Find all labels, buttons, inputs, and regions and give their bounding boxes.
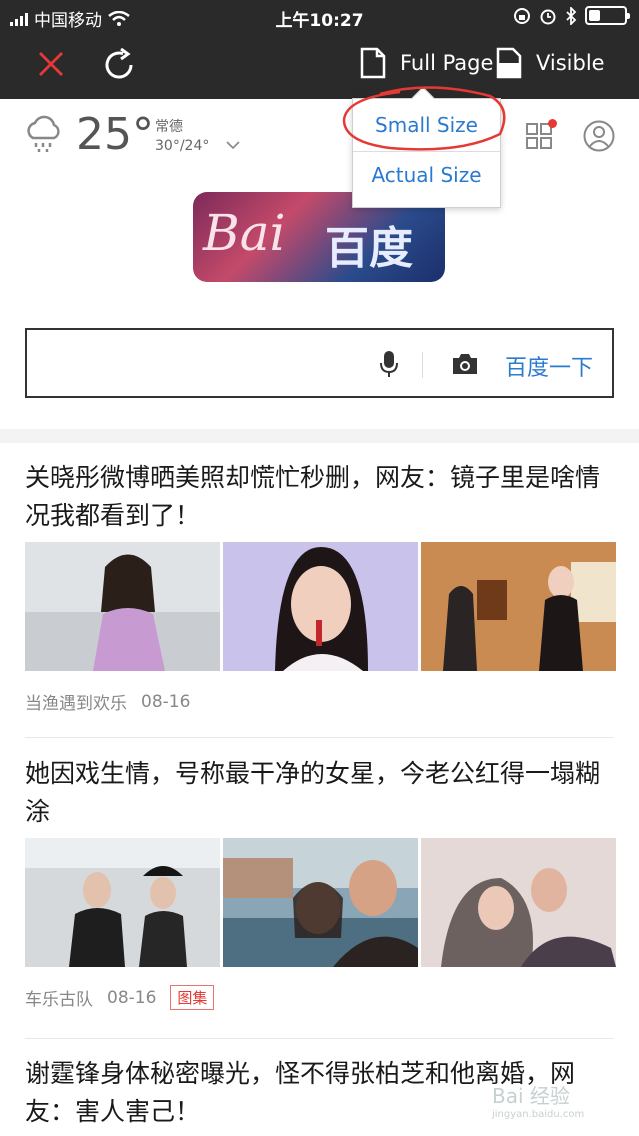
microphone-icon[interactable]: [379, 350, 399, 378]
watermark-line2: jingyan.baidu.com: [492, 1109, 585, 1120]
news-thumbnails[interactable]: [25, 542, 616, 671]
news-thumbnail[interactable]: [25, 838, 220, 967]
search-button[interactable]: 百度一下: [505, 350, 593, 382]
news-thumbnail[interactable]: [223, 542, 418, 671]
news-meta: 当渔遇到欢乐 08-16: [25, 689, 191, 715]
temperature: 25°: [76, 109, 154, 160]
top-bar: 中国移动 上午10:27 Full Page Visible: [0, 0, 639, 99]
search-box[interactable]: 百度一下: [25, 328, 614, 398]
gallery-badge: 图集: [170, 985, 215, 1010]
refresh-icon[interactable]: [101, 47, 137, 83]
news-title[interactable]: 关晓彤微博晒美照却慌忙秒删，网友：镜子里是啥情况我都看到了！: [25, 459, 614, 535]
actual-size-option[interactable]: Actual Size: [353, 163, 500, 187]
news-meta: 车乐古队 08-16 图集: [25, 985, 215, 1010]
size-dropdown: Small Size Actual Size: [352, 86, 501, 208]
rain-cloud-icon: [27, 115, 60, 152]
logo-text-cn: 百度: [325, 223, 413, 274]
watermark-line1: Bai 经验: [492, 1084, 570, 1108]
apps-grid-icon[interactable]: [526, 123, 552, 149]
visible-label: Visible: [536, 51, 605, 75]
news-thumbnails[interactable]: [25, 838, 616, 967]
user-icon[interactable]: [583, 120, 615, 152]
news-title[interactable]: 她因戏生情，号称最干净的女星，今老公红得一塌糊涂: [25, 755, 614, 831]
section-separator: [0, 429, 639, 443]
close-icon[interactable]: [34, 47, 68, 81]
logo-text-latin: Bai: [203, 204, 286, 262]
news-date: 08-16: [141, 691, 191, 712]
news-item[interactable]: 她因戏生情，号称最干净的女星，今老公红得一塌糊涂 车乐古队 08-16 图集: [25, 755, 616, 1010]
news-date: 08-16: [107, 987, 157, 1008]
bluetooth-icon: [566, 6, 577, 25]
city-name: 常德: [155, 119, 183, 135]
temperature-range: 30°/24°: [155, 138, 210, 154]
small-size-option[interactable]: Small Size: [353, 113, 500, 137]
news-thumbnail[interactable]: [223, 838, 418, 967]
chevron-down-icon[interactable]: [226, 140, 240, 150]
news-source: 当渔遇到欢乐: [25, 694, 127, 714]
screenshot-toolbar: Full Page Visible: [0, 33, 639, 99]
news-thumbnail[interactable]: [421, 542, 616, 671]
camera-icon[interactable]: [451, 352, 479, 376]
full-page-button[interactable]: Full Page: [360, 47, 493, 79]
news-thumbnail[interactable]: [25, 542, 220, 671]
page-icon: [360, 47, 386, 79]
feed-divider: [25, 1038, 614, 1039]
visible-button[interactable]: Visible: [496, 47, 605, 79]
status-bar: 中国移动 上午10:27: [0, 0, 639, 33]
dropdown-divider: [353, 151, 500, 152]
search-divider: [422, 352, 423, 378]
visible-page-icon: [496, 47, 522, 79]
news-thumbnail[interactable]: [421, 838, 616, 967]
notification-dot: [548, 119, 557, 128]
baidu-jingyan-watermark: Bai 经验 jingyan.baidu.com: [492, 1080, 612, 1126]
feed-divider: [25, 737, 614, 738]
news-item[interactable]: 关晓彤微博晒美照却慌忙秒删，网友：镜子里是啥情况我都看到了！ 当渔遇到欢乐 08…: [25, 459, 616, 714]
battery-icon: [585, 6, 630, 25]
full-page-label: Full Page: [400, 51, 494, 75]
rotation-lock-icon: [514, 7, 530, 24]
alarm-icon: [540, 9, 556, 24]
news-source: 车乐古队: [25, 990, 93, 1010]
